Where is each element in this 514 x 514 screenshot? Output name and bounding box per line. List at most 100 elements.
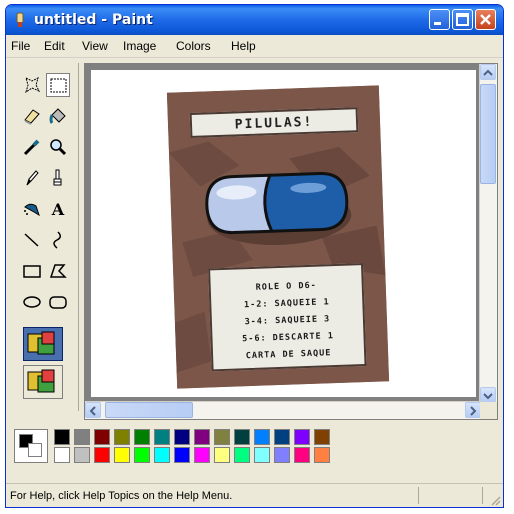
palette-swatch[interactable] [54, 447, 70, 463]
palette-swatch[interactable] [54, 429, 70, 445]
title-bar[interactable]: untitled - Paint [6, 5, 503, 35]
rectangle-icon [23, 265, 41, 278]
palette-swatch[interactable] [134, 429, 150, 445]
scroll-corner [480, 402, 497, 419]
palette-swatch[interactable] [294, 447, 310, 463]
text-tool[interactable]: A [46, 197, 70, 221]
palette-swatch[interactable] [194, 447, 210, 463]
palette-swatch[interactable] [274, 447, 290, 463]
transparent-background-option-icon [27, 369, 55, 393]
palette-swatch[interactable] [134, 447, 150, 463]
card-text-line: 1-2: SAQUEIE 1 [243, 297, 330, 311]
toolbox: A [10, 63, 79, 411]
free-form-select-icon [25, 77, 41, 94]
curve-tool[interactable] [46, 228, 70, 252]
card-text-line: ROLE O D6- [255, 280, 317, 293]
line-tool[interactable] [20, 228, 44, 252]
scroll-down-button[interactable] [480, 387, 496, 403]
menu-help[interactable]: Help [231, 39, 256, 53]
palette-swatch[interactable] [234, 429, 250, 445]
drawing-canvas[interactable]: PILULAS! ROLE O D6- 1-2: SAQUEIE 1 3-4: … [91, 70, 476, 397]
rectangle-tool[interactable] [20, 259, 44, 283]
airbrush-icon [24, 203, 40, 217]
card-text-line: CARTA DE SAQUE [245, 348, 332, 362]
palette-swatch[interactable] [114, 429, 130, 445]
minimize-button[interactable] [429, 9, 450, 30]
window-title: untitled - Paint [34, 12, 153, 28]
menu-view[interactable]: View [82, 39, 108, 53]
scroll-up-button[interactable] [480, 64, 496, 80]
card-text-box: ROLE O D6- 1-2: SAQUEIE 1 3-4: SAQUEIE 3… [208, 263, 367, 372]
palette-swatch[interactable] [174, 447, 190, 463]
background-color[interactable] [28, 443, 42, 457]
close-icon [480, 14, 491, 25]
palette-swatch[interactable] [234, 447, 250, 463]
pick-color-tool[interactable] [20, 135, 44, 159]
palette-swatch[interactable] [114, 447, 130, 463]
magnifier-tool[interactable] [46, 135, 70, 159]
eraser-icon [24, 109, 40, 125]
maximize-button[interactable] [452, 9, 473, 30]
opaque-background-option-icon [27, 331, 55, 355]
ellipse-tool[interactable] [20, 290, 44, 314]
polygon-tool[interactable] [46, 259, 70, 283]
palette-swatch[interactable] [194, 429, 210, 445]
palette-swatch[interactable] [214, 429, 230, 445]
menu-image[interactable]: Image [123, 39, 156, 53]
close-button[interactable] [475, 9, 496, 30]
opaque-background-option[interactable] [23, 327, 63, 361]
menu-edit[interactable]: Edit [44, 39, 65, 53]
palette-swatch[interactable] [154, 429, 170, 445]
palette-swatch[interactable] [74, 429, 90, 445]
chevron-down-icon [483, 393, 493, 400]
pencil-tool[interactable] [20, 166, 44, 190]
palette-swatch[interactable] [254, 447, 270, 463]
palette-swatch[interactable] [294, 429, 310, 445]
minimize-icon [434, 22, 441, 25]
transparent-background-option[interactable] [23, 365, 63, 399]
airbrush-tool[interactable] [20, 197, 44, 221]
palette-swatch[interactable] [94, 447, 110, 463]
maximize-icon [456, 13, 469, 26]
palette-swatch[interactable] [174, 429, 190, 445]
card-text-line: 5-6: DESCARTE 1 [241, 331, 335, 345]
palette-swatch[interactable] [94, 429, 110, 445]
resize-grip-icon[interactable] [489, 494, 501, 506]
palette-swatch[interactable] [154, 447, 170, 463]
current-colors[interactable] [14, 429, 48, 463]
eraser-tool[interactable] [20, 104, 44, 128]
brush-icon [53, 169, 62, 186]
horizontal-scroll-thumb[interactable] [105, 402, 193, 418]
palette-swatch[interactable] [274, 429, 290, 445]
palette-swatch[interactable] [314, 429, 330, 445]
menu-bar: File Edit View Image Colors Help [6, 35, 503, 58]
brush-tool[interactable] [46, 166, 70, 190]
paint-window: untitled - Paint File Edit View Image Co… [5, 4, 504, 508]
scroll-left-button[interactable] [85, 402, 101, 418]
fill-bucket-tool[interactable] [46, 104, 70, 128]
rounded-rectangle-tool[interactable] [46, 290, 70, 314]
vertical-scroll-thumb[interactable] [480, 84, 496, 184]
status-bar: For Help, click Help Topics on the Help … [6, 483, 503, 507]
free-form-select-tool[interactable] [20, 73, 44, 97]
card-title: PILULAS! [234, 114, 314, 133]
vertical-scrollbar[interactable] [479, 64, 497, 404]
menu-file[interactable]: File [11, 39, 30, 53]
paint-app-icon [16, 12, 24, 27]
ellipse-icon [23, 296, 41, 308]
palette-swatch[interactable] [74, 447, 90, 463]
menu-colors[interactable]: Colors [176, 39, 211, 53]
horizontal-scrollbar[interactable] [85, 401, 482, 419]
scroll-right-button[interactable] [465, 402, 481, 418]
palette-swatch[interactable] [214, 447, 230, 463]
status-separator [418, 487, 419, 504]
card-text-line: 3-4: SAQUEIE 3 [244, 314, 331, 328]
magnifier-icon [50, 139, 67, 156]
chevron-right-icon [470, 406, 477, 416]
status-text: For Help, click Help Topics on the Help … [10, 490, 233, 502]
rectangle-select-tool[interactable] [46, 73, 70, 97]
canvas-area: PILULAS! ROLE O D6- 1-2: SAQUEIE 1 3-4: … [84, 63, 498, 420]
chevron-left-icon [89, 406, 96, 416]
palette-swatch[interactable] [314, 447, 330, 463]
palette-swatch[interactable] [254, 429, 270, 445]
